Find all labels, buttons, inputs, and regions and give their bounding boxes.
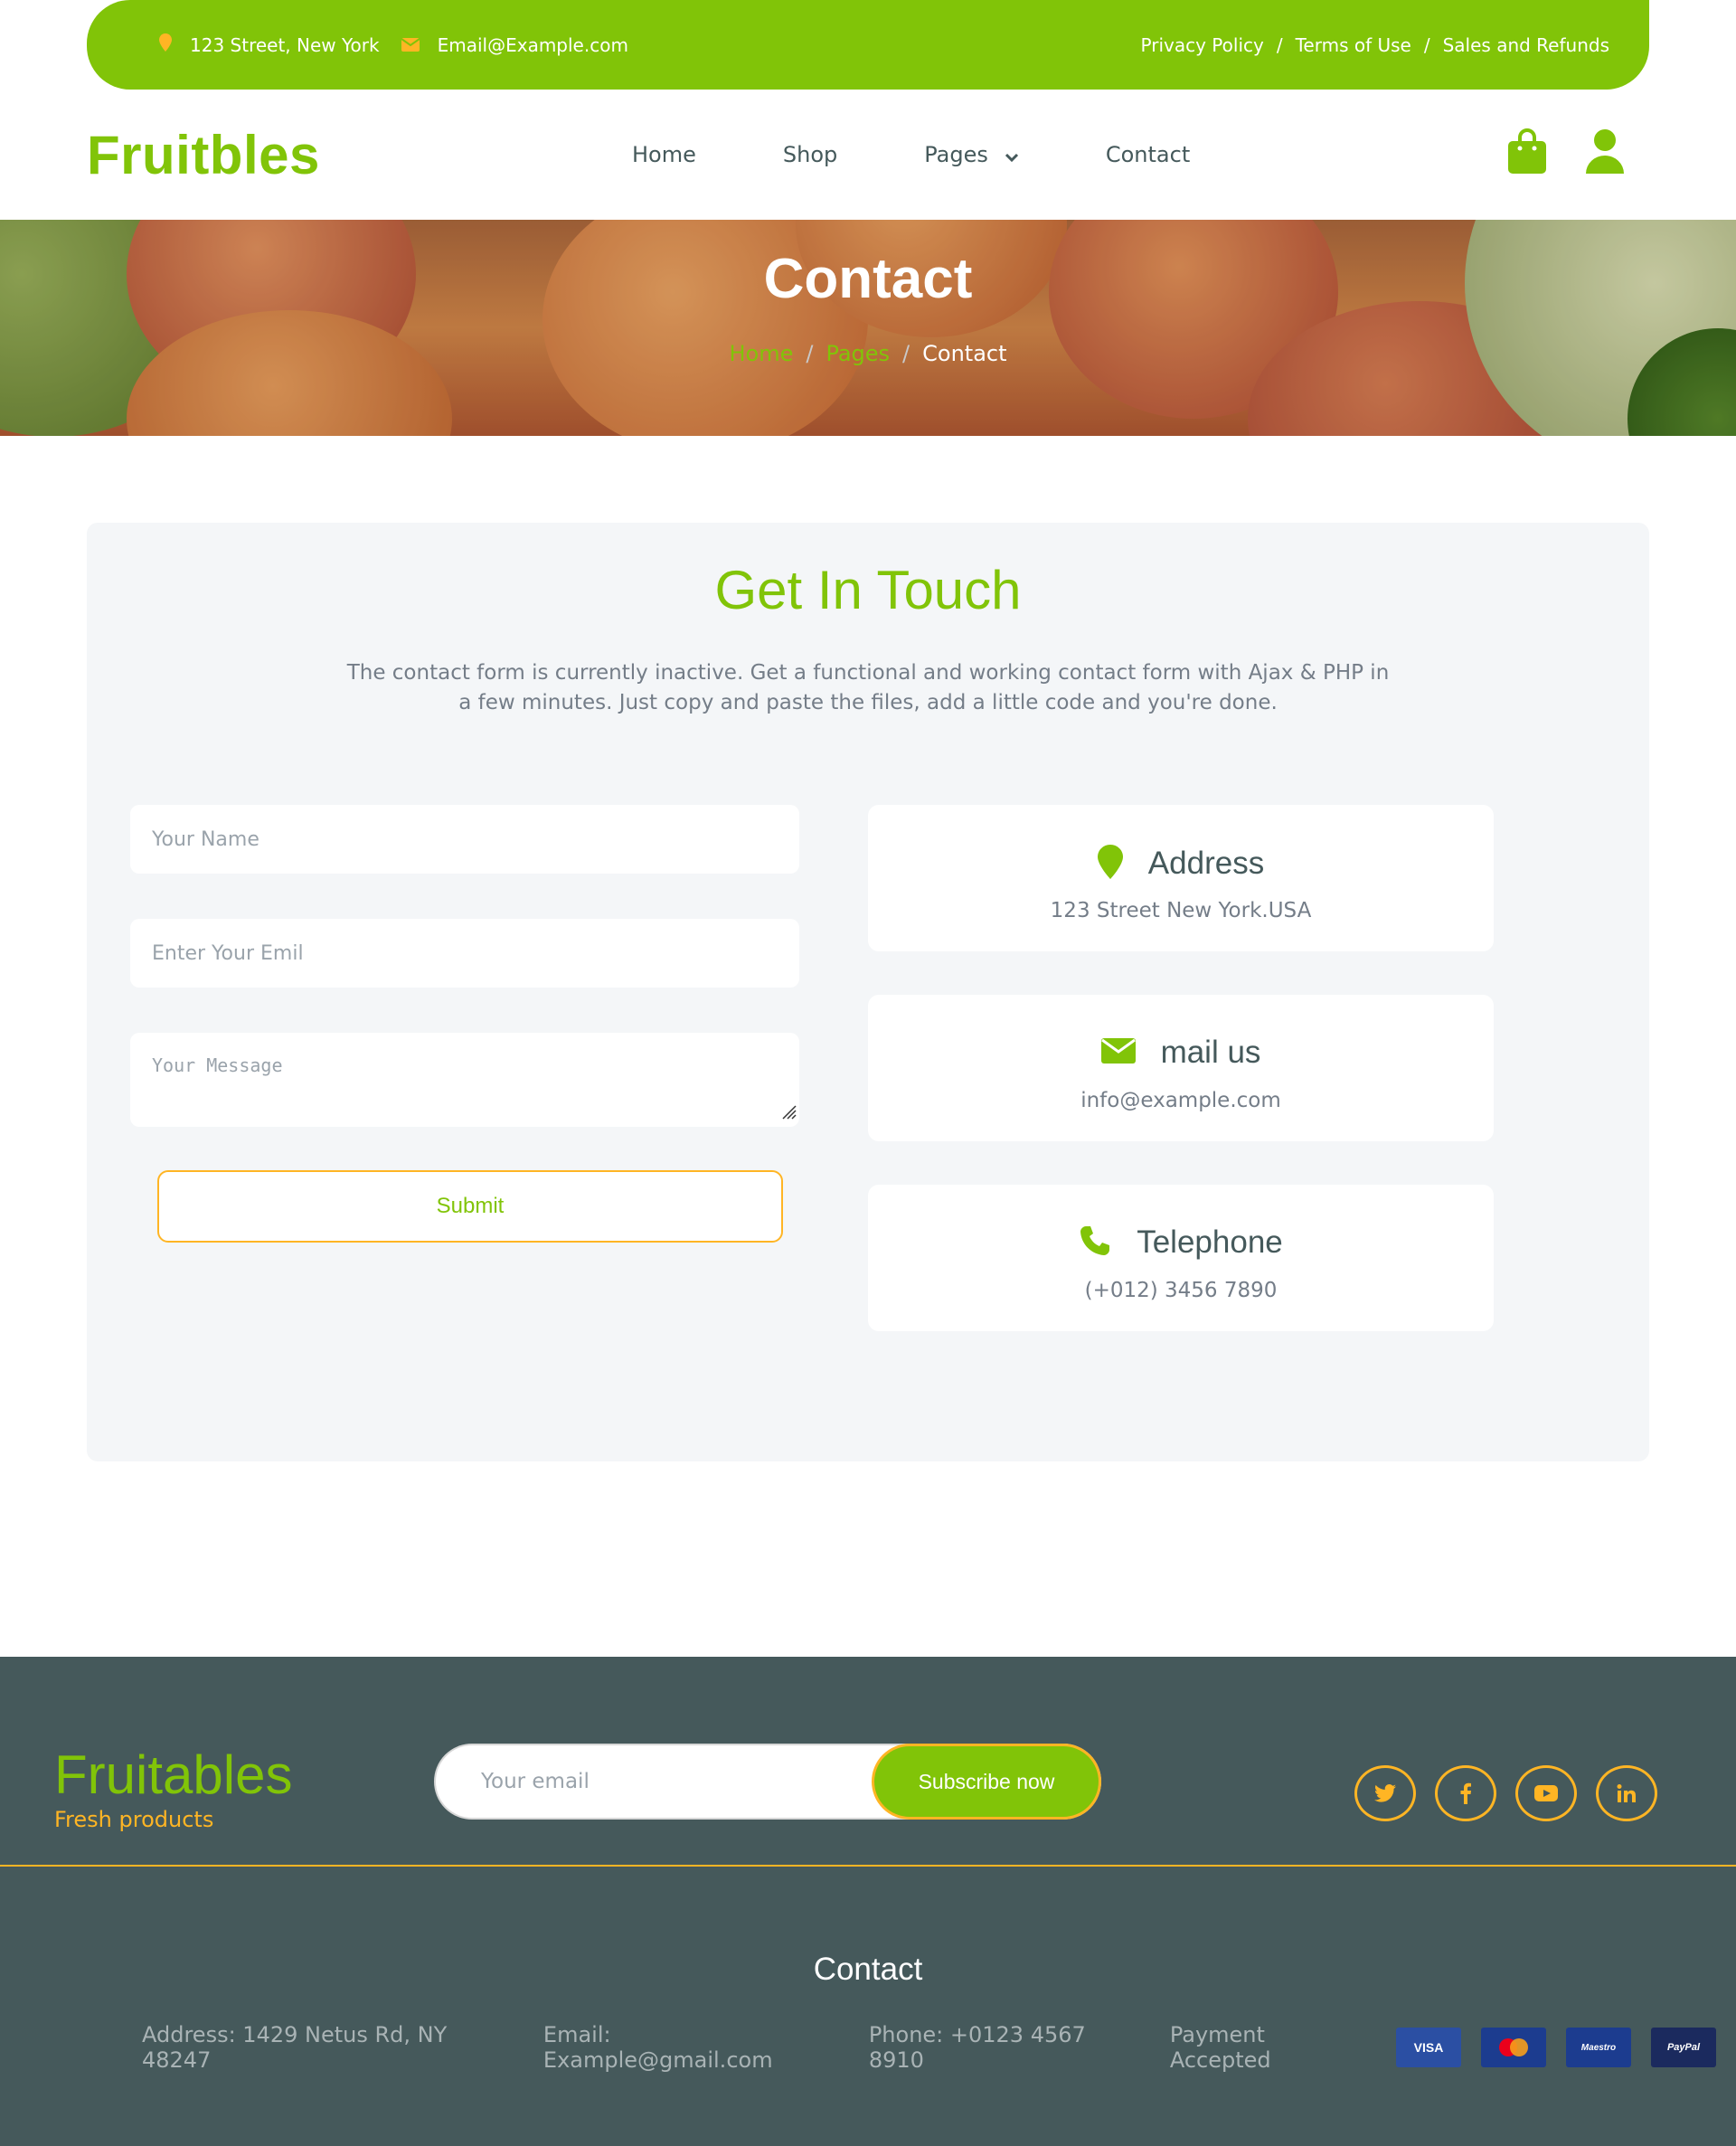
nav-icons bbox=[1468, 128, 1624, 177]
nav-pages-dropdown[interactable]: Pages bbox=[924, 142, 1019, 167]
page-header-banner: Contact Home / Pages / Contact bbox=[0, 220, 1736, 436]
top-bar-links: Privacy Policy / Terms of Use / Sales an… bbox=[1141, 34, 1609, 56]
name-placeholder: Your Name bbox=[152, 827, 259, 851]
mastercard-icon bbox=[1480, 2028, 1546, 2067]
telephone-label: Telephone bbox=[1137, 1224, 1283, 1260]
name-input[interactable]: Your Name bbox=[130, 805, 799, 874]
address-value: 123 Street New York.USA bbox=[1050, 899, 1312, 922]
message-placeholder: Your Message bbox=[152, 1054, 283, 1076]
user-icon[interactable] bbox=[1586, 128, 1624, 177]
top-bar-address: 123 Street, New York bbox=[159, 33, 380, 56]
breadcrumb-pages[interactable]: Pages bbox=[826, 341, 890, 366]
telephone-card-header: Telephone bbox=[868, 1224, 1494, 1261]
paypal-icon: PayPal bbox=[1650, 2028, 1716, 2067]
brand-logo[interactable]: Fruitbles bbox=[87, 124, 320, 186]
map-marker-icon bbox=[159, 33, 172, 56]
linkedin-icon[interactable] bbox=[1596, 1765, 1657, 1821]
breadcrumb-home[interactable]: Home bbox=[729, 341, 793, 366]
phone-icon bbox=[1079, 1224, 1111, 1261]
newsletter-placeholder: Your email bbox=[481, 1770, 590, 1793]
mail-value[interactable]: info@example.com bbox=[868, 1089, 1494, 1112]
sales-refunds-link[interactable]: Sales and Refunds bbox=[1443, 34, 1609, 56]
mail-card: mail us info@example.com bbox=[868, 995, 1494, 1141]
subscribe-button[interactable]: Subscribe now bbox=[872, 1744, 1101, 1820]
email-placeholder: Enter Your Emil bbox=[152, 941, 304, 965]
envelope-icon bbox=[401, 34, 420, 56]
footer: Fruitables Fresh products Your email Sub… bbox=[0, 1657, 1736, 2146]
breadcrumb-separator: / bbox=[902, 341, 910, 366]
breadcrumb-separator: / bbox=[806, 341, 814, 366]
separator: / bbox=[1423, 33, 1430, 56]
section-description: The contact form is currently inactive. … bbox=[346, 661, 1390, 714]
address-card-header: Address bbox=[868, 845, 1494, 883]
privacy-policy-link[interactable]: Privacy Policy bbox=[1141, 34, 1264, 56]
contact-section: Get In Touch The contact form is current… bbox=[87, 523, 1649, 1461]
maestro-icon: Maestro bbox=[1565, 2028, 1631, 2067]
footer-address: Address: 1429 Netus Rd, NY 48247 bbox=[142, 2022, 448, 2073]
telephone-card: Telephone (+012) 3456 7890 bbox=[868, 1185, 1494, 1331]
shopping-bag-icon[interactable] bbox=[1508, 128, 1546, 177]
address-label: Address bbox=[1147, 846, 1265, 881]
breadcrumb-current: Contact bbox=[922, 341, 1007, 366]
newsletter-form: Your email Subscribe now bbox=[434, 1744, 1101, 1820]
footer-tagline: Fresh products bbox=[54, 1807, 214, 1832]
facebook-icon[interactable] bbox=[1435, 1765, 1496, 1821]
visa-icon: VISA bbox=[1395, 2028, 1461, 2067]
chevron-down-icon bbox=[1005, 142, 1019, 167]
twitter-icon[interactable] bbox=[1354, 1765, 1416, 1821]
footer-payment-label: Payment Accepted bbox=[1169, 2022, 1271, 2073]
newsletter-email-input[interactable]: Your email bbox=[481, 1745, 590, 1818]
footer-brand[interactable]: Fruitables bbox=[54, 1744, 292, 1806]
nav-links: Home Shop Pages Contact bbox=[632, 90, 1277, 220]
envelope-icon bbox=[1100, 1038, 1136, 1067]
map-marker-icon bbox=[1097, 845, 1123, 883]
email-input[interactable]: Enter Your Emil bbox=[130, 919, 799, 988]
social-links bbox=[1354, 1765, 1676, 1821]
mail-label: mail us bbox=[1160, 1035, 1261, 1070]
top-bar-contact: 123 Street, New York Email@Example.com bbox=[159, 33, 650, 56]
page-title: Contact bbox=[763, 248, 973, 310]
resize-handle-icon[interactable] bbox=[778, 1101, 797, 1125]
top-bar-email[interactable]: Email@Example.com bbox=[401, 34, 628, 56]
mail-card-header: mail us bbox=[868, 1035, 1494, 1071]
separator: / bbox=[1276, 33, 1283, 56]
breadcrumb: Home / Pages / Contact bbox=[0, 341, 1736, 366]
message-textarea[interactable]: Your Message bbox=[130, 1033, 799, 1127]
submit-button[interactable]: Submit bbox=[157, 1170, 783, 1243]
navbar: Fruitbles Home Shop Pages Contact bbox=[87, 90, 1649, 220]
nav-home[interactable]: Home bbox=[632, 142, 696, 167]
footer-email[interactable]: Email: Example@gmail.com bbox=[543, 2022, 843, 2073]
address-card: Address 123 Street New York.USA bbox=[868, 805, 1494, 951]
nav-pages-label: Pages bbox=[924, 142, 988, 167]
section-title: Get In Touch bbox=[714, 560, 1022, 620]
footer-contact-line: Address: 1429 Netus Rd, NY 48247 Email: … bbox=[142, 2022, 1736, 2073]
nav-contact[interactable]: Contact bbox=[1106, 142, 1190, 167]
footer-contact-title: Contact bbox=[813, 1952, 923, 1987]
footer-phone[interactable]: Phone: +0123 4567 8910 bbox=[869, 2022, 1144, 2073]
terms-of-use-link[interactable]: Terms of Use bbox=[1296, 34, 1411, 56]
payment-cards: VISA Maestro PayPal bbox=[1395, 2028, 1736, 2067]
telephone-value[interactable]: (+012) 3456 7890 bbox=[868, 1279, 1494, 1302]
footer-divider bbox=[0, 1865, 1736, 1867]
youtube-icon[interactable] bbox=[1515, 1765, 1577, 1821]
nav-shop[interactable]: Shop bbox=[783, 142, 837, 167]
top-bar: 123 Street, New York Email@Example.com P… bbox=[87, 0, 1649, 90]
